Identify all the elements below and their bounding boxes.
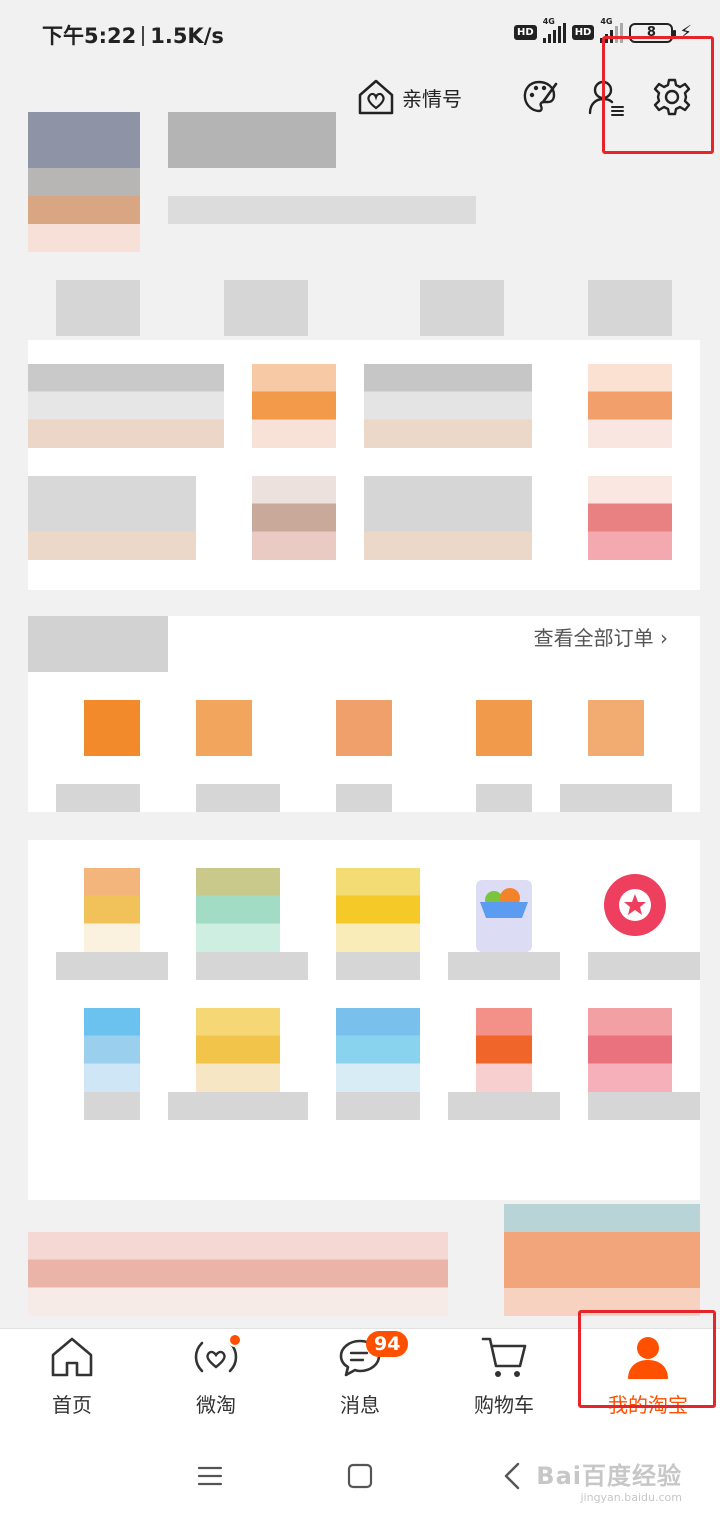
fruit-basket-icon — [480, 888, 528, 918]
avatar-image — [28, 112, 140, 252]
home-nav-button[interactable] — [340, 1456, 380, 1496]
tool-label-3 — [336, 952, 420, 980]
membership-icon-3 — [252, 476, 336, 560]
tab-cart-label: 购物车 — [474, 1393, 534, 1417]
weitao-icon — [192, 1333, 242, 1381]
hd-icon-2: HD — [571, 25, 595, 40]
tool-icon-4[interactable] — [476, 880, 532, 952]
chevron-left-icon — [504, 1462, 520, 1490]
status-time: 下午5:22 1.5K/s — [42, 20, 224, 50]
tool-icon-2[interactable] — [196, 868, 280, 952]
username-pixelated — [168, 112, 336, 168]
membership-card-4[interactable] — [364, 476, 532, 560]
user-subtitle-pixelated — [168, 196, 476, 224]
status-separator — [142, 26, 145, 46]
tool-label-2 — [196, 952, 308, 980]
tool-icon-9[interactable] — [476, 1008, 532, 1092]
back-nav-button[interactable] — [492, 1456, 532, 1496]
tool-icon-8[interactable] — [336, 1008, 420, 1092]
tab-weitao-label: 微淘 — [196, 1393, 236, 1417]
my-taobao-highlight-box — [578, 1310, 716, 1408]
tool-label-1 — [56, 952, 168, 980]
order-status-icon-5[interactable] — [588, 700, 644, 756]
tool-icon-3[interactable] — [336, 868, 420, 952]
hd-icon: HD — [514, 25, 537, 40]
messages-badge: 94 — [366, 1331, 409, 1357]
stat-item-1[interactable] — [56, 280, 140, 336]
order-status-label-2 — [196, 784, 280, 812]
signal-icon: 4G — [542, 17, 566, 43]
membership-card-2[interactable] — [364, 364, 532, 448]
clock-text: 下午5:22 — [42, 24, 137, 48]
menu-button[interactable] — [190, 1456, 230, 1496]
stat-item-4[interactable] — [588, 280, 672, 336]
order-status-label-4 — [476, 784, 532, 812]
tool-icon-6[interactable] — [84, 1008, 140, 1092]
tab-home[interactable]: 首页 — [0, 1329, 144, 1424]
family-account-button[interactable]: 亲情号 — [356, 77, 462, 117]
settings-highlight-box — [602, 36, 714, 154]
tab-messages[interactable]: 94 消息 — [288, 1329, 432, 1424]
tool-label-7 — [168, 1092, 308, 1120]
tab-home-label: 首页 — [52, 1393, 92, 1417]
star-badge-icon — [619, 889, 651, 921]
order-status-icon-2[interactable] — [196, 700, 252, 756]
membership-icon-4 — [588, 476, 672, 560]
membership-card-3[interactable] — [28, 476, 196, 560]
cart-icon — [480, 1333, 528, 1381]
tab-cart[interactable]: 购物车 — [432, 1329, 576, 1424]
tab-weitao[interactable]: 微淘 — [144, 1329, 288, 1424]
tool-icon-7[interactable] — [196, 1008, 280, 1092]
home-icon — [48, 1333, 96, 1381]
order-status-label-5 — [560, 784, 672, 812]
tool-icon-1[interactable] — [84, 868, 140, 952]
tool-label-5 — [588, 952, 700, 980]
tool-icon-10[interactable] — [588, 1008, 672, 1092]
promo-banner-image[interactable] — [504, 1204, 700, 1316]
order-status-icon-3[interactable] — [336, 700, 392, 756]
square-icon — [347, 1463, 373, 1489]
membership-icon-1 — [252, 364, 336, 448]
membership-icon-2 — [588, 364, 672, 448]
promo-banner-text[interactable] — [28, 1232, 448, 1316]
network-speed-text: 1.5K/s — [150, 24, 224, 48]
tool-label-4 — [448, 952, 560, 980]
order-status-label-1 — [56, 784, 140, 812]
view-all-orders-link[interactable]: 查看全部订单 › — [534, 622, 668, 651]
family-account-label: 亲情号 — [402, 86, 462, 111]
tool-icon-5[interactable] — [604, 874, 666, 936]
weitao-notification-dot — [228, 1333, 242, 1347]
palette-brush-icon — [523, 80, 558, 113]
stat-item-2[interactable] — [224, 280, 308, 336]
order-status-icon-4[interactable] — [476, 700, 532, 756]
stat-item-3[interactable] — [420, 280, 504, 336]
family-house-icon — [358, 79, 394, 115]
order-status-label-3 — [336, 784, 392, 812]
order-status-icon-1[interactable] — [84, 700, 140, 756]
menu-icon — [197, 1466, 223, 1486]
tool-label-10 — [588, 1092, 700, 1120]
orders-title-pixelated — [28, 616, 168, 672]
message-icon: 94 — [336, 1331, 409, 1381]
theme-skin-button[interactable] — [516, 73, 564, 121]
baidu-jingyan-watermark: Bai百度经验 jingyan.baidu.com — [536, 1462, 682, 1504]
membership-card-1[interactable] — [28, 364, 224, 448]
tool-label-8 — [336, 1092, 420, 1120]
tool-label-6 — [84, 1092, 140, 1120]
tool-label-9 — [448, 1092, 560, 1120]
tab-messages-label: 消息 — [340, 1393, 380, 1417]
